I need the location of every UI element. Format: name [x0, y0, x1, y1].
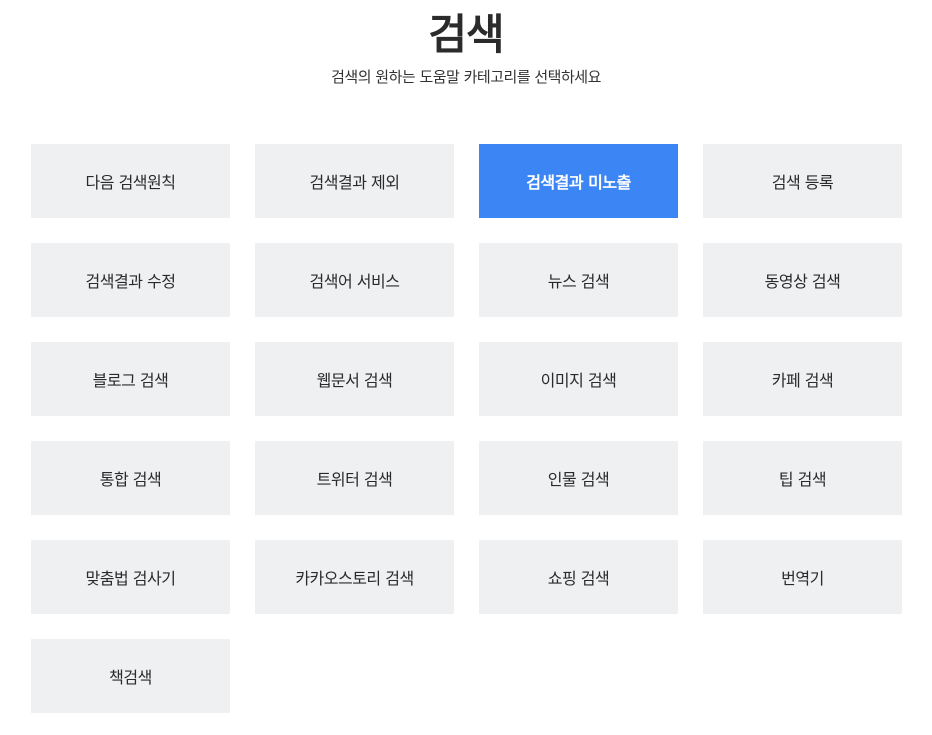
category-grid: 다음 검색원칙 검색결과 제외 검색결과 미노출 검색 등록검색결과 수정 검색어 서비…: [31, 144, 902, 713]
category-button[interactable]: 검색어 서비스: [255, 243, 454, 317]
category-button[interactable]: 맞춤법 검사기: [31, 540, 230, 614]
category-button[interactable]: 뉴스 검색: [479, 243, 678, 317]
category-button[interactable]: 통합 검색: [31, 441, 230, 515]
category-button[interactable]: 검색결과 수정: [31, 243, 230, 317]
category-button[interactable]: 웹문서 검색: [255, 342, 454, 416]
category-button[interactable]: 블로그 검색: [31, 342, 230, 416]
category-button[interactable]: 이미지 검색: [479, 342, 678, 416]
category-button[interactable]: 쇼핑 검색: [479, 540, 678, 614]
category-button[interactable]: 다음 검색원칙: [31, 144, 230, 218]
category-button[interactable]: 카카오스토리 검색: [255, 540, 454, 614]
category-button[interactable]: 카페 검색: [703, 342, 902, 416]
page-title: 검색: [428, 10, 504, 59]
category-button[interactable]: 검색 등록: [703, 144, 902, 218]
category-button-selected[interactable]: 검색결과 미노출: [479, 144, 678, 218]
page-subtitle: 검색의 원하는 도움말 카테고리를 선택하세요: [331, 68, 601, 86]
category-button[interactable]: 팁 검색: [703, 441, 902, 515]
category-button[interactable]: 검색결과 제외: [255, 144, 454, 218]
category-button[interactable]: 인물 검색: [479, 441, 678, 515]
category-button[interactable]: 책검색: [31, 639, 230, 713]
category-button[interactable]: 트위터 검색: [255, 441, 454, 515]
category-button[interactable]: 동영상 검색: [703, 243, 902, 317]
category-button[interactable]: 번역기: [703, 540, 902, 614]
